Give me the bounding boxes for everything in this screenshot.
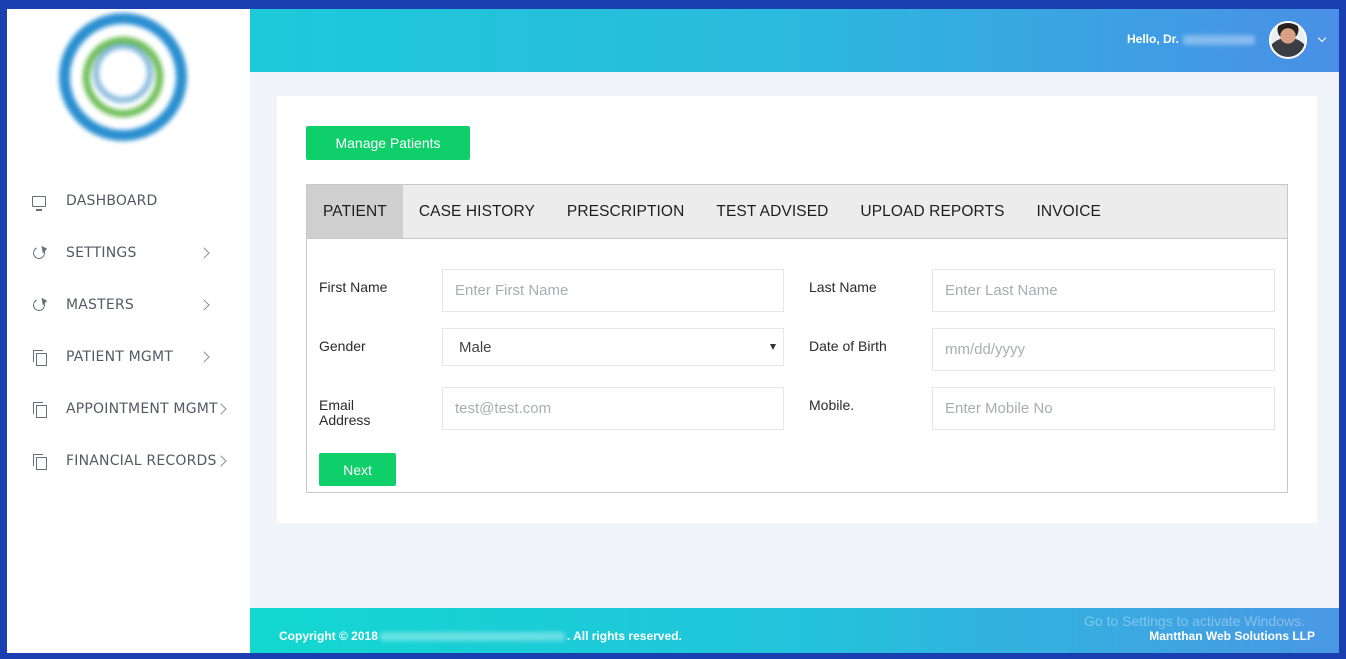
sidebar-item-dashboard[interactable]: DASHBOARD (7, 175, 250, 227)
email-label-line1: Email (319, 397, 355, 413)
sidebar-item-label: PATIENT MGMT (66, 349, 173, 365)
main-card: Manage Patients PATIENT CASE HISTORY PRE… (277, 96, 1317, 523)
sidebar-item-label: DASHBOARD (66, 193, 158, 209)
windows-activation-watermark: Go to Settings to activate Windows. (1084, 613, 1305, 629)
tab-test-advised[interactable]: TEST ADVISED (700, 185, 844, 238)
email-label-line2: Address (319, 412, 371, 428)
chevron-right-icon (198, 299, 210, 311)
first-name-input[interactable] (442, 269, 784, 312)
dob-input[interactable] (932, 328, 1275, 371)
avatar[interactable] (1269, 21, 1307, 59)
tab-invoice[interactable]: INVOICE (1021, 185, 1117, 238)
copy-icon (31, 401, 47, 418)
sidebar: DASHBOARD SETTINGS MASTERS PATIENT MGMT … (7, 9, 250, 653)
refresh-icon (31, 245, 47, 261)
footer: Go to Settings to activate Windows. Copy… (250, 608, 1339, 653)
sidebar-item-label: FINANCIAL RECORDS (66, 453, 217, 469)
refresh-icon (31, 297, 47, 313)
chevron-right-icon (198, 247, 210, 259)
last-name-input[interactable] (932, 269, 1275, 312)
developer-credit: Mantthan Web Solutions LLP (1149, 629, 1315, 643)
copyright-prefix: Copyright © 2018 (279, 629, 378, 643)
chevron-right-icon (215, 455, 227, 467)
dropdown-arrow-icon (770, 344, 776, 350)
gender-selected-value: Male (459, 338, 492, 356)
user-greeting: Hello, Dr. (1127, 32, 1255, 46)
gender-select[interactable]: Male (442, 328, 784, 366)
sidebar-nav: DASHBOARD SETTINGS MASTERS PATIENT MGMT … (7, 175, 250, 487)
gender-label: Gender (319, 338, 366, 354)
next-button[interactable]: Next (319, 453, 396, 486)
sidebar-item-label: MASTERS (66, 297, 134, 313)
copy-icon (31, 453, 47, 470)
tab-bar: PATIENT CASE HISTORY PRESCRIPTION TEST A… (307, 185, 1287, 239)
greeting-text: Hello, Dr. (1126, 32, 1179, 46)
app-window: DASHBOARD SETTINGS MASTERS PATIENT MGMT … (7, 9, 1339, 653)
top-header: Hello, Dr. (250, 9, 1339, 72)
sidebar-item-label: SETTINGS (66, 245, 137, 261)
patient-form-panel: PATIENT CASE HISTORY PRESCRIPTION TEST A… (306, 184, 1288, 493)
copy-icon (31, 349, 47, 366)
sidebar-item-masters[interactable]: MASTERS (7, 279, 250, 331)
dob-label: Date of Birth (809, 338, 887, 354)
mobile-label: Mobile. (809, 397, 855, 413)
email-field[interactable] (442, 387, 784, 430)
tab-case-history[interactable]: CASE HISTORY (403, 185, 551, 238)
email-label: Email Address (319, 398, 370, 428)
last-name-label: Last Name (809, 279, 877, 295)
redacted-company-name (379, 632, 565, 642)
copyright-suffix: . All rights reserved. (566, 629, 682, 643)
monitor-icon (31, 193, 47, 211)
tab-upload-reports[interactable]: UPLOAD REPORTS (844, 185, 1020, 238)
manage-patients-button[interactable]: Manage Patients (306, 126, 470, 160)
chevron-down-icon[interactable] (1317, 33, 1327, 43)
sidebar-item-appointment-mgmt[interactable]: APPOINTMENT MGMT (7, 383, 250, 435)
sidebar-item-patient-mgmt[interactable]: PATIENT MGMT (7, 331, 250, 383)
mobile-input[interactable] (932, 387, 1275, 430)
redacted-username (1183, 34, 1255, 45)
sidebar-item-label: APPOINTMENT MGMT (66, 401, 218, 417)
tab-patient[interactable]: PATIENT (307, 185, 403, 238)
first-name-label: First Name (319, 279, 388, 295)
clinic-logo (59, 13, 187, 141)
copyright: Copyright © 2018 . All rights reserved. (279, 629, 682, 643)
tab-prescription[interactable]: PRESCRIPTION (551, 185, 700, 238)
sidebar-item-financial-records[interactable]: FINANCIAL RECORDS (7, 435, 250, 487)
chevron-right-icon (198, 351, 210, 363)
sidebar-item-settings[interactable]: SETTINGS (7, 227, 250, 279)
